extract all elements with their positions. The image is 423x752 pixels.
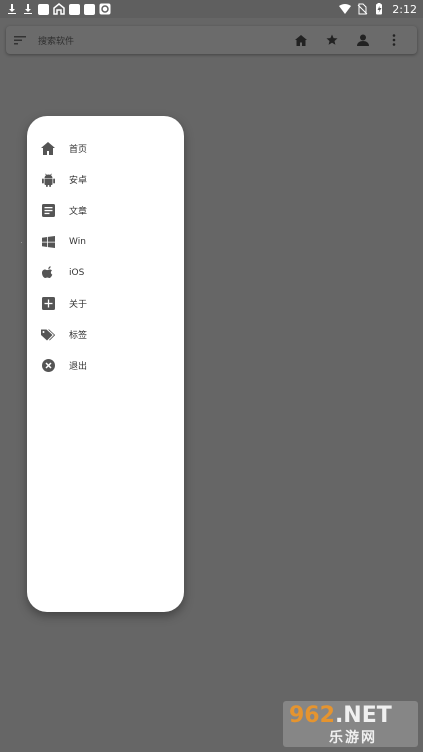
menu-item-ios[interactable]: iOS [27,257,184,288]
watermark-brand: 962.NET [289,703,392,728]
tag-icon [41,328,55,342]
menu-item-label: iOS [69,267,85,278]
app-icon [99,3,111,15]
apple-icon [41,265,55,280]
toolbar-actions [285,26,409,54]
menu-item-about[interactable]: 关于 [27,288,184,319]
star-icon [326,34,337,45]
add-box-icon [41,297,55,311]
status-right-icons: 2:12 [339,3,417,16]
battery-icon [376,3,383,15]
download-icon [8,4,16,14]
background-dot [21,242,22,243]
home-button[interactable] [285,26,316,54]
download-icon [24,4,32,14]
home-icon [294,34,307,46]
menu-item-label: Win [69,236,86,247]
windows-icon [41,235,55,249]
no-sim-icon [357,3,368,15]
app-icon [69,3,80,15]
menu-item-label: 首页 [69,145,88,155]
more-icon [392,34,395,46]
person-icon [356,34,369,46]
menu-item-articles[interactable]: 文章 [27,195,184,226]
menu-item-windows[interactable]: Win [27,226,184,257]
menu-item-label: 安卓 [69,176,88,186]
more-button[interactable] [378,26,409,54]
favorites-button[interactable] [316,26,347,54]
menu-item-logout[interactable]: 退出 [27,350,184,381]
close-circle-icon [41,359,55,373]
navigation-drawer: 首页 安卓 文章 Win iOS 关于 标签 退出 [27,116,184,612]
watermark-text: 乐游网 [329,730,377,746]
menu-item-home[interactable]: 首页 [27,133,184,164]
menu-item-tags[interactable]: 标签 [27,319,184,350]
wifi-icon [339,4,352,14]
sort-icon[interactable] [14,35,26,45]
watermark-logo: 962.NET 乐游网 [283,701,418,747]
menu-item-label: 文章 [69,207,88,217]
home-icon [41,142,55,156]
status-left-icons [6,3,111,15]
watermark-suffix: .NET [334,703,392,728]
android-icon [41,173,55,187]
watermark-number: 962 [289,703,335,728]
menu-item-label: 退出 [69,362,88,372]
article-icon [41,204,55,218]
search-bar[interactable]: 搜索软件 [6,26,417,54]
status-bar: 2:12 [0,0,423,18]
menu-item-label: 标签 [69,331,88,341]
app-icon [53,3,65,15]
menu-item-label: 关于 [69,300,88,310]
status-time: 2:12 [392,2,417,16]
search-input[interactable]: 搜索软件 [38,34,74,47]
menu-item-android[interactable]: 安卓 [27,164,184,195]
app-icon [84,3,95,15]
app-icon [38,3,49,15]
account-button[interactable] [347,26,378,54]
